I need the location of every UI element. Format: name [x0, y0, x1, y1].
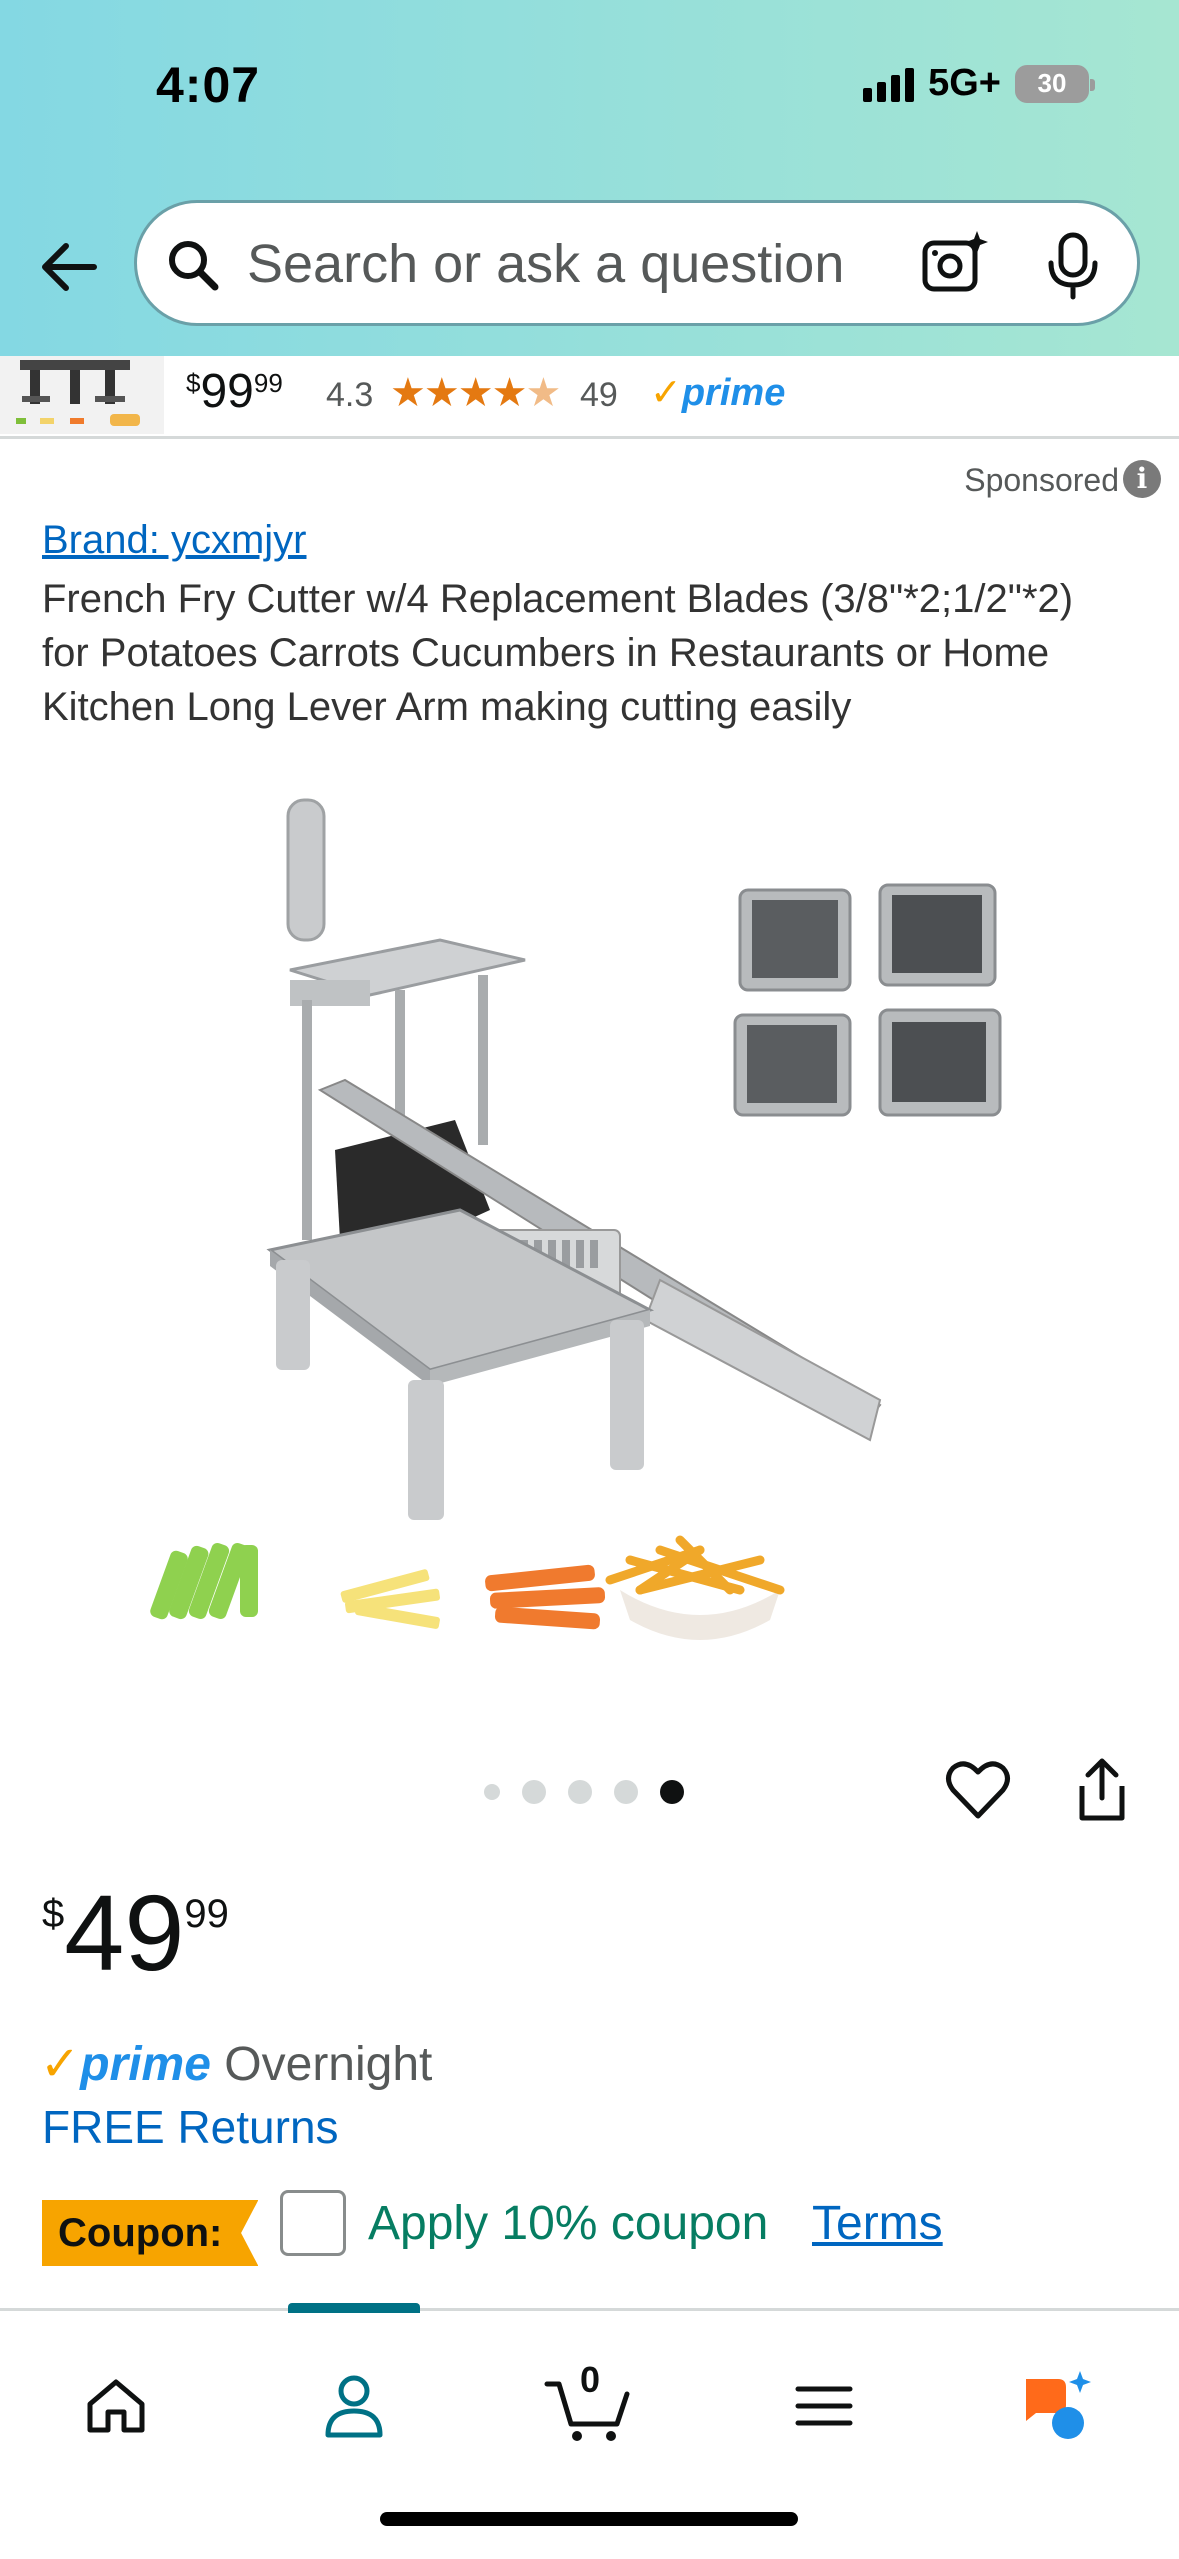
assistant-icon — [1026, 2371, 1091, 2439]
carousel-dot-active[interactable] — [660, 1780, 684, 1804]
camera-search-icon[interactable] — [919, 229, 989, 304]
coupon-terms-link[interactable]: Terms — [812, 2196, 943, 2251]
replacement-blades — [733, 883, 1002, 1117]
apply-coupon-label[interactable]: Apply 10% coupon — [368, 2196, 768, 2251]
battery-icon: 30 — [1015, 64, 1095, 103]
product-title: French Fry Cutter w/4 Replacement Blades… — [42, 577, 1074, 729]
sticky-price-fraction: 99 — [253, 368, 283, 398]
sticky-rating-value: 4.3 — [326, 376, 374, 414]
sticky-product-thumbnail[interactable] — [0, 356, 164, 434]
rating-stars-icon: ★★★★★ — [390, 371, 561, 415]
microphone-icon[interactable] — [1043, 231, 1103, 306]
prime-label: prime — [681, 372, 786, 414]
image-carousel-dots[interactable] — [484, 1780, 684, 1804]
person-icon — [325, 2375, 383, 2438]
share-icon[interactable] — [1072, 1756, 1132, 1829]
search-input[interactable]: Search or ask a question — [247, 233, 887, 295]
home-icon — [87, 2379, 145, 2433]
prime-label: prime — [80, 2038, 211, 2091]
brand-link[interactable]: Brand: ycxmjyr — [42, 518, 307, 563]
price-whole: 49 — [64, 1872, 185, 1993]
sticky-price-whole: 99 — [200, 365, 254, 418]
tab-account[interactable] — [294, 2351, 414, 2461]
carousel-dot[interactable] — [568, 1780, 592, 1804]
sticky-product-price: $9999 — [186, 365, 283, 418]
battery-level: 30 — [1037, 68, 1067, 98]
menu-icon — [795, 2386, 853, 2426]
signal-icon — [863, 66, 915, 102]
tab-cart[interactable]: 0 — [528, 2351, 648, 2461]
tab-menu[interactable] — [764, 2351, 884, 2461]
coupon-checkbox[interactable] — [280, 2190, 346, 2256]
sponsored-label: Sponsored — [964, 462, 1119, 498]
back-arrow-icon[interactable] — [34, 232, 104, 302]
active-tab-indicator — [288, 2303, 420, 2313]
prime-check-icon: ✓ — [40, 2038, 81, 2091]
price-fraction: 99 — [184, 1892, 229, 1936]
status-time: 4:07 — [156, 57, 261, 113]
carousel-dot[interactable] — [484, 1784, 500, 1800]
info-icon[interactable]: i — [1123, 460, 1161, 498]
prime-delivery: ✓prime Overnight — [40, 2036, 432, 2092]
prime-badge: ✓prime — [650, 372, 786, 414]
cart-count: 0 — [580, 2359, 601, 2400]
cut-vegetables — [150, 1535, 785, 1640]
heart-icon[interactable] — [944, 1756, 1012, 1829]
tab-rufus-assistant[interactable] — [998, 2351, 1118, 2461]
search-icon — [165, 237, 221, 298]
coupon-badge: Coupon: — [42, 2200, 259, 2266]
carousel-dot[interactable] — [522, 1780, 546, 1804]
free-returns-link[interactable]: FREE Returns — [42, 2100, 339, 2154]
tab-home[interactable] — [56, 2351, 176, 2461]
carousel-dot[interactable] — [614, 1780, 638, 1804]
sticky-rating-count: 49 — [580, 376, 618, 414]
delivery-speed: Overnight — [224, 2038, 433, 2091]
sticky-product-strip[interactable]: $9999 4.3 ★★★★★ 49 ✓prime — [0, 356, 1179, 439]
price-currency: $ — [42, 1892, 65, 1936]
product-image[interactable] — [140, 790, 1040, 1690]
status-icons: 5G+ 30 — [863, 62, 1095, 105]
home-indicator — [380, 2512, 798, 2526]
app-header: 4:07 5G+ 30 Search or ask a question — [0, 0, 1179, 356]
search-bar[interactable]: Search or ask a question — [134, 200, 1140, 326]
product-price: $4999 — [42, 1870, 229, 1995]
network-label: 5G+ — [928, 62, 1001, 104]
